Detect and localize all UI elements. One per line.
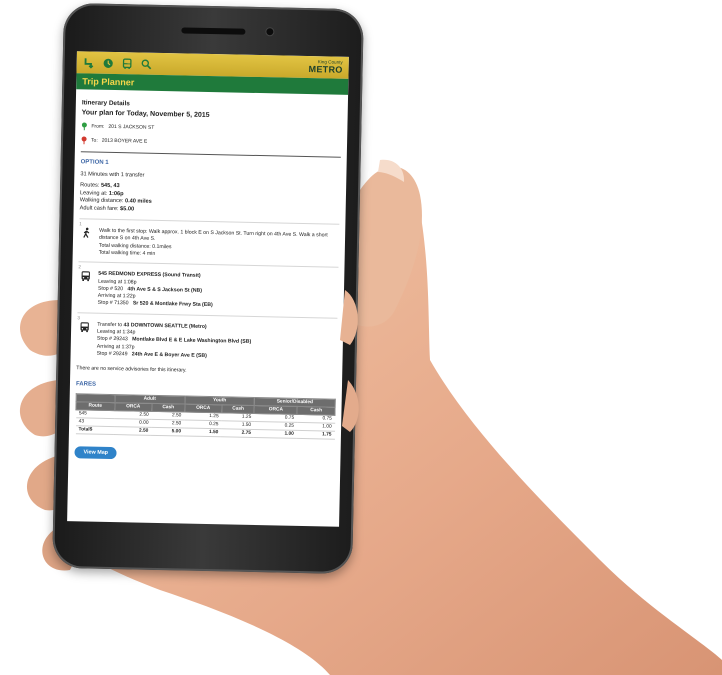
- divider: [80, 151, 341, 158]
- front-camera: [265, 27, 275, 37]
- stop-name: Montlake Blvd E & E Lake Washington Blvd…: [132, 336, 252, 346]
- fare-label: Adult cash fare:: [79, 205, 119, 213]
- view-map-button[interactable]: View Map: [74, 446, 118, 460]
- from-row: From: 201 S JACKSON ST: [81, 122, 341, 135]
- from-value: 201 S JACKSON ST: [108, 123, 155, 131]
- table-cell: Total$: [75, 425, 115, 435]
- stop-number: Stop # 71350: [97, 300, 129, 307]
- table-cell: 1.50: [183, 428, 222, 437]
- routes-value: 545, 43: [100, 182, 120, 189]
- stop-number: Stop # 29249: [96, 350, 128, 358]
- option-title[interactable]: OPTION 1: [81, 159, 341, 170]
- walk-icon: [81, 227, 94, 256]
- fares-table: Adult Youth Senior/Disabled Route ORCA C…: [75, 393, 336, 440]
- route-icon[interactable]: [83, 56, 95, 69]
- table-cell: 2.50: [113, 426, 152, 436]
- brand-big: METRO: [308, 63, 343, 75]
- fare-value: $5.00: [120, 206, 135, 213]
- green-pin-icon: [81, 122, 87, 131]
- walking-label: Walking distance:: [79, 197, 124, 205]
- option-summary: 31 Minutes with 1 transfer Routes: 545, …: [80, 171, 341, 219]
- stop-name: Sr 520 & Montlake Frwy Sta (EB): [132, 300, 213, 309]
- table-cell: 2.75: [221, 428, 255, 438]
- itinerary-step-bus-43: 3 Transfer to 43 DOWNTOWN SEATTLE (Metro…: [76, 311, 338, 363]
- table-cell: 1.00: [253, 429, 297, 439]
- to-label: To:: [91, 137, 98, 144]
- plan-title: Your plan for Today, November 5, 2015: [81, 109, 210, 119]
- route-title[interactable]: 545 REDMOND EXPRESS (Sound Transit): [98, 271, 200, 279]
- table-cell: 1.75: [296, 430, 335, 440]
- bus-icon: [79, 321, 92, 358]
- phone-screen: King County METRO Trip Planner Itinerary…: [67, 51, 349, 527]
- stop-number: Stop # 520: [97, 285, 124, 293]
- red-pin-icon: [81, 136, 87, 145]
- clock-icon[interactable]: [102, 57, 114, 69]
- search-icon[interactable]: [140, 58, 152, 70]
- stop-name: 4th Ave S & S Jackson St (NB): [127, 286, 203, 294]
- stop-name: 24th Ave E & Boyer Ave E (SB): [131, 351, 207, 359]
- from-label: From:: [91, 123, 105, 130]
- speaker-grille: [181, 27, 246, 35]
- king-county-metro-logo[interactable]: King County METRO: [308, 59, 343, 75]
- stop-number: Stop # 29243: [96, 335, 128, 343]
- leaving-label: Leaving at:: [79, 189, 108, 197]
- leaving-value: 1:06p: [108, 190, 124, 197]
- to-value: 2013 BOYER AVE E: [101, 137, 148, 145]
- itinerary-step-bus-545: 2 545 REDMOND EXPRESS (Sound Transit) Le…: [77, 261, 339, 313]
- table-cell: 5.00: [151, 427, 185, 437]
- itinerary-step-walk: 1 Walk to the first stop: Walk approx. 1…: [78, 218, 340, 262]
- transfer-prefix: Transfer to: [97, 321, 123, 328]
- routes-label: Routes:: [80, 182, 100, 189]
- bus-icon: [80, 271, 93, 308]
- route-title[interactable]: 43 DOWNTOWN SEATTLE (Metro): [123, 322, 206, 330]
- to-row: To: 2013 BOYER AVE E: [81, 136, 341, 149]
- walking-value: 0.40 miles: [124, 198, 152, 206]
- smartphone: King County METRO Trip Planner Itinerary…: [52, 2, 364, 575]
- bus-icon[interactable]: [121, 57, 133, 69]
- advisory-text: There are no service advisories for this…: [76, 365, 187, 374]
- fares-title: FARES: [75, 381, 97, 388]
